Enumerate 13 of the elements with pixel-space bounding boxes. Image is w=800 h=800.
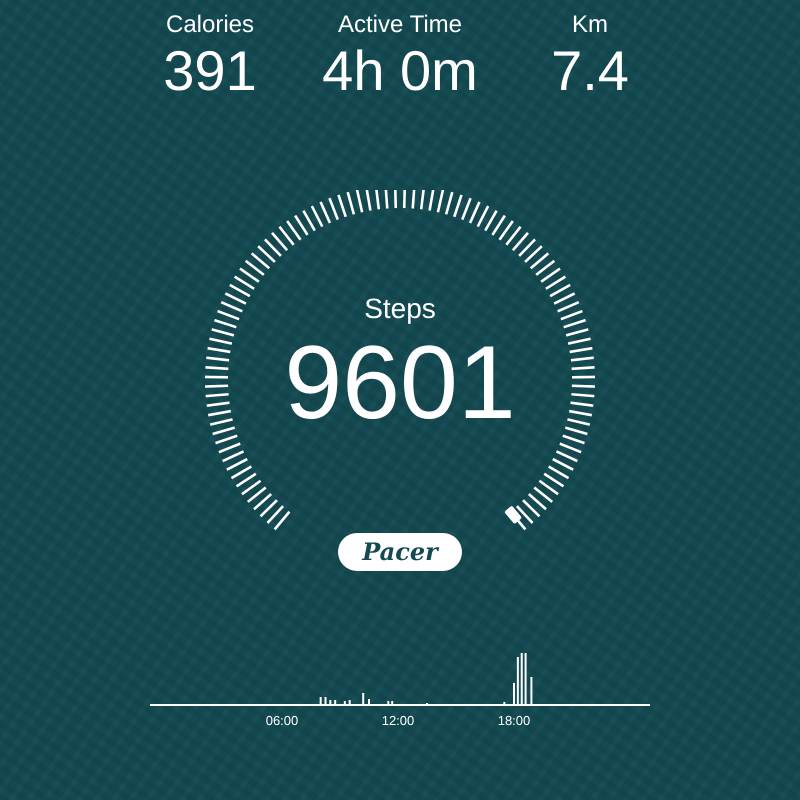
gauge-end-marker: [504, 505, 522, 524]
steps-label: Steps: [364, 292, 436, 326]
stat-label: Calories: [166, 10, 254, 40]
pacer-logo: Pacer: [338, 533, 462, 571]
steps-count: 9601: [284, 328, 516, 438]
time-label: 18:00: [498, 713, 530, 728]
stat-label: Active Time: [338, 10, 462, 40]
time-label: 06:00: [266, 713, 298, 728]
time-label: 12:00: [382, 713, 414, 728]
stat-value: 7.4: [551, 40, 629, 102]
stat-value: 4h 0m: [322, 40, 478, 102]
stat-value: 391: [163, 40, 257, 102]
stat-label: Km: [572, 10, 608, 40]
